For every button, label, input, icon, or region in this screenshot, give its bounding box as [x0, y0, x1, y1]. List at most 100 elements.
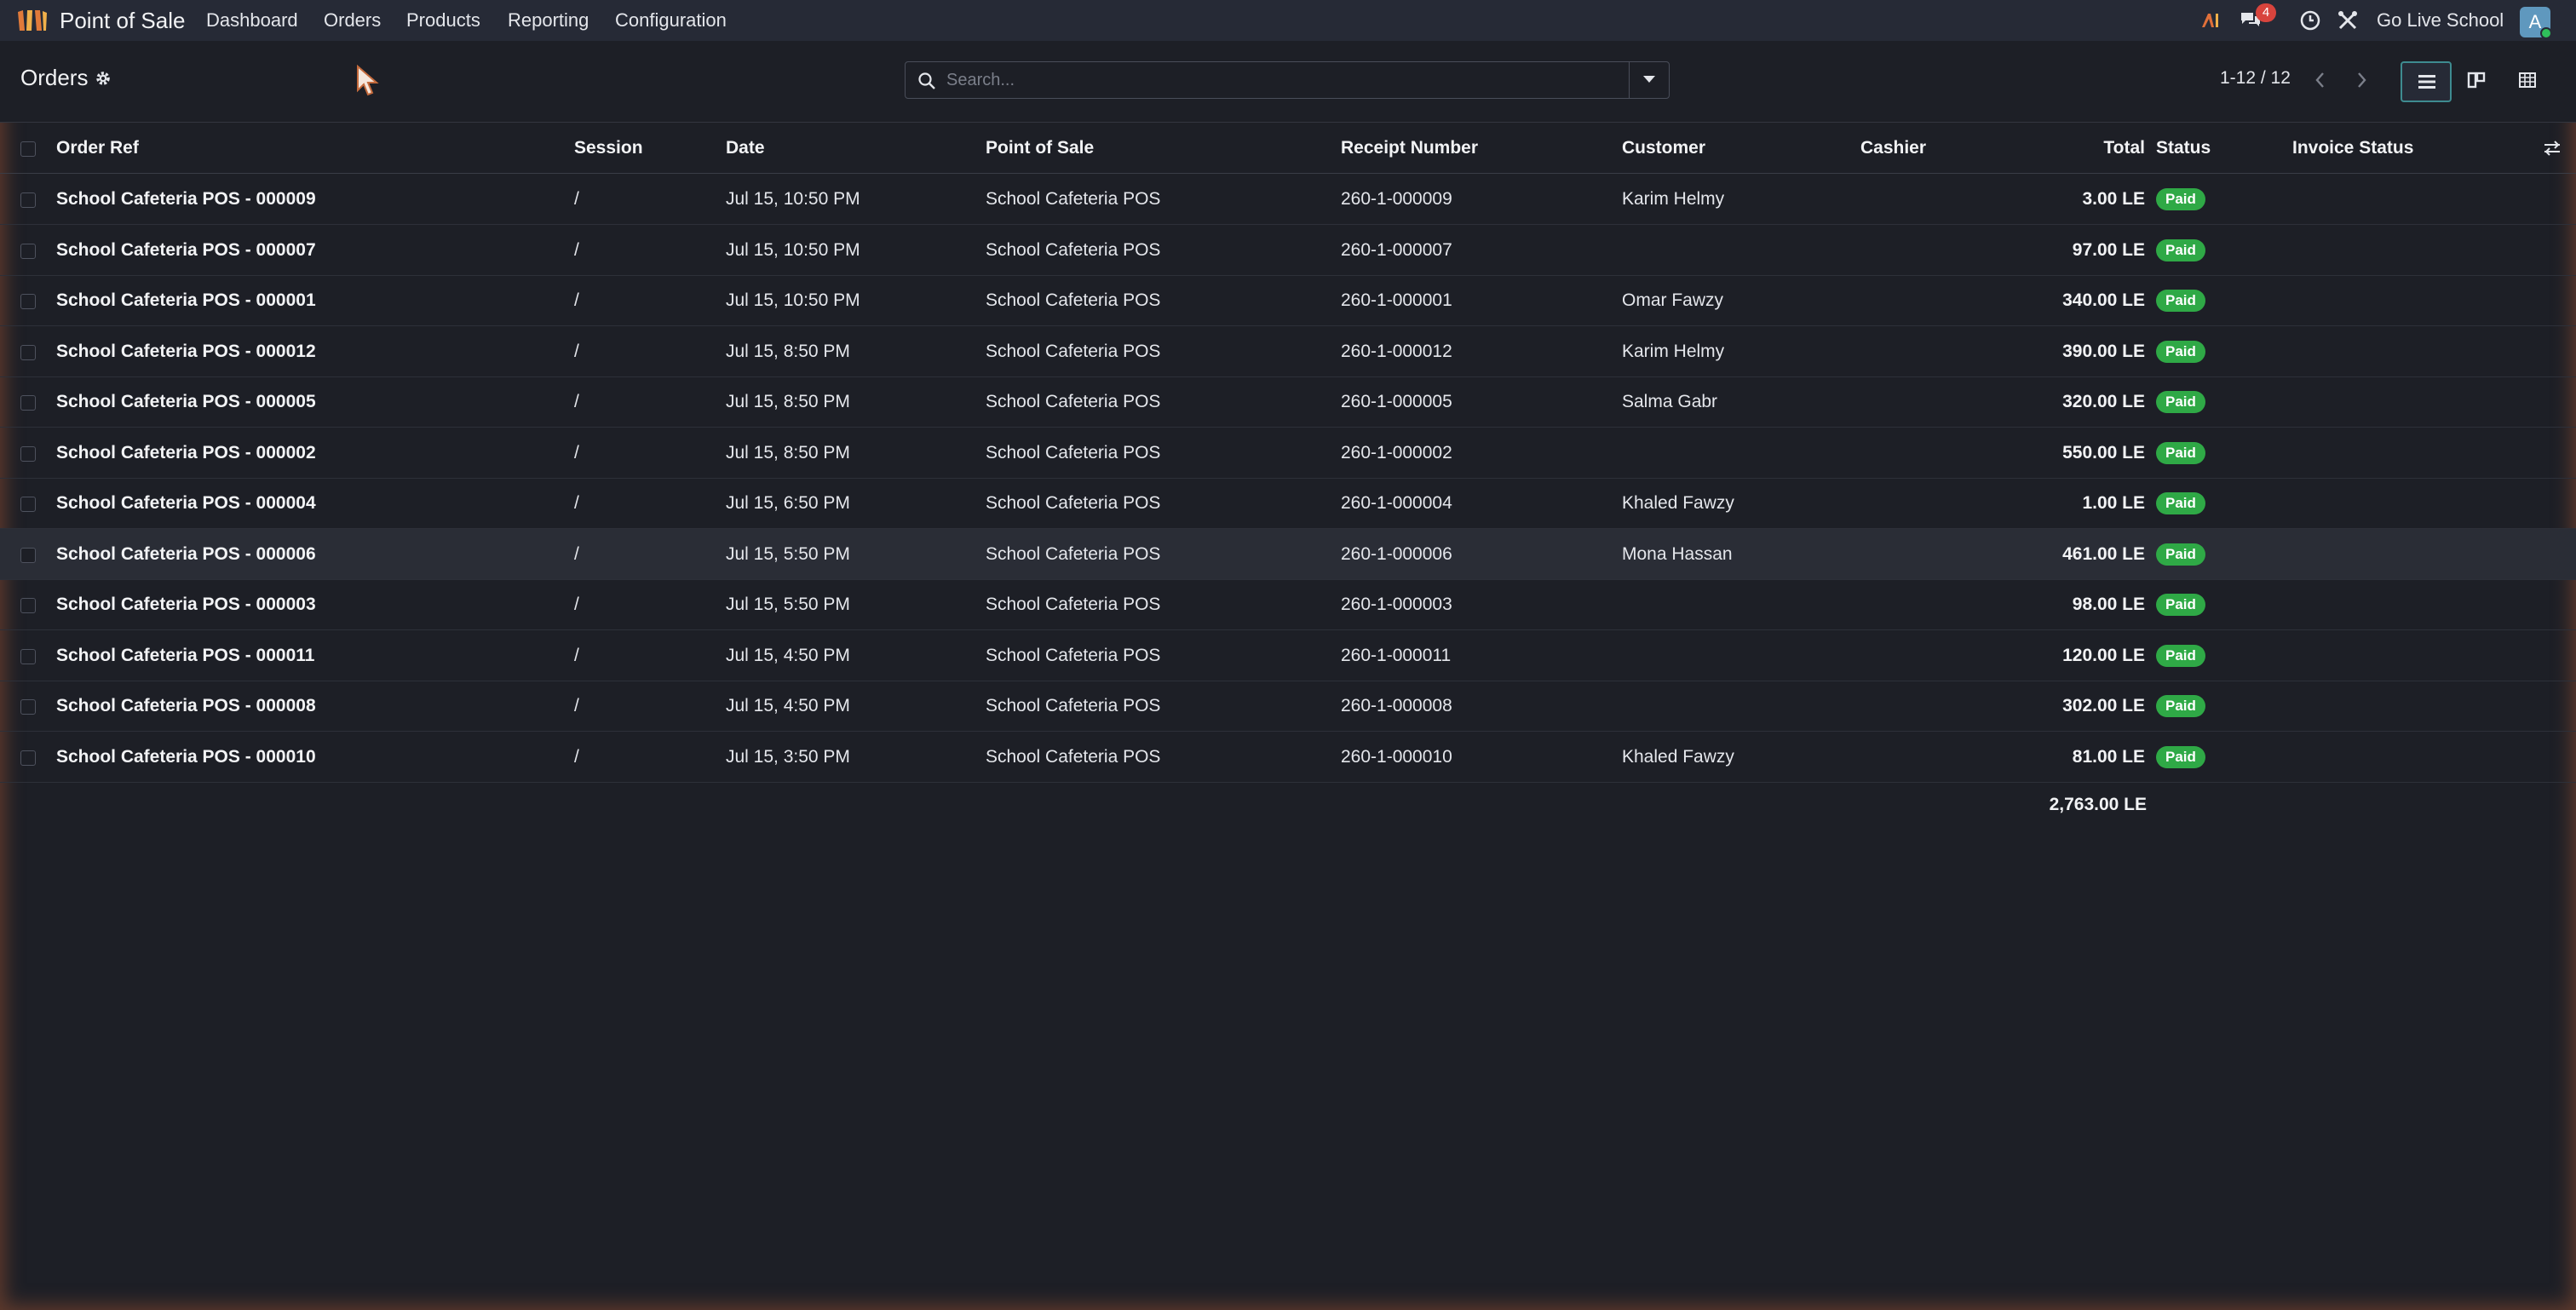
column-header-date[interactable]: Date [726, 123, 973, 174]
receipt-number-cell: 260-1-000001 [1341, 290, 1452, 310]
menu-orders[interactable]: Orders [324, 0, 381, 41]
row-select-checkbox[interactable] [20, 750, 36, 766]
pos-app-icon[interactable] [15, 7, 49, 34]
table-row[interactable]: School Cafeteria POS - 000009 / Jul 15, 10… [0, 174, 2576, 225]
invoice-status-cell [2292, 376, 2514, 428]
order-ref-cell[interactable]: School Cafeteria POS - 000002 [56, 428, 533, 479]
session-cell: / [574, 746, 579, 767]
status-cell: Paid [2156, 428, 2275, 479]
order-ref-cell[interactable]: School Cafeteria POS - 000007 [56, 225, 533, 276]
table-row[interactable]: School Cafeteria POS - 000012 / Jul 15, 8:… [0, 326, 2576, 377]
column-header-status[interactable]: Status [2156, 123, 2275, 174]
search-bar[interactable] [905, 61, 1677, 99]
order-ref-cell[interactable]: School Cafeteria POS - 000004 [56, 478, 533, 529]
grid-view-button[interactable] [2503, 61, 2554, 102]
optional-columns-icon[interactable] [2542, 138, 2562, 158]
order-ref-cell[interactable]: School Cafeteria POS - 000001 [56, 275, 533, 326]
column-header-order-ref[interactable]: Order Ref [56, 123, 533, 174]
status-badge: Paid [2156, 238, 2205, 261]
row-select-checkbox[interactable] [20, 598, 36, 613]
column-header-receipt-number[interactable]: Receipt Number [1341, 123, 1613, 174]
order-ref-cell[interactable]: School Cafeteria POS - 000011 [56, 630, 533, 681]
grid-view-icon [2519, 72, 2536, 88]
row-select-checkbox[interactable] [20, 294, 36, 309]
top-navbar: Point of Sale Dashboard Orders Products … [0, 0, 2576, 41]
row-select-checkbox[interactable] [20, 648, 36, 664]
status-badge: Paid [2156, 594, 2205, 617]
row-select-checkbox[interactable] [20, 243, 36, 259]
point-of-sale-cell: School Cafeteria POS [986, 595, 1161, 614]
column-header-session[interactable]: Session [574, 123, 719, 174]
session-cell: / [574, 645, 579, 665]
row-select-checkbox[interactable] [20, 395, 36, 411]
ai-icon[interactable] [2199, 9, 2223, 32]
kanban-view-button[interactable] [2452, 61, 2503, 102]
column-header-invoice-status[interactable]: Invoice Status [2292, 123, 2514, 174]
date-cell: Jul 15, 10:50 PM [726, 290, 860, 310]
menu-products[interactable]: Products [406, 0, 480, 41]
chevron-left-icon[interactable] [2302, 61, 2339, 99]
menu-dashboard[interactable]: Dashboard [206, 0, 298, 41]
company-name[interactable]: Go Live School [2377, 0, 2504, 41]
customer-cell: Omar Fawzy [1622, 290, 1724, 310]
pager-value[interactable]: 1-12 / 12 [2220, 68, 2291, 89]
total-cell: 81.00 LE [2072, 746, 2145, 767]
column-header-total[interactable]: Total [2044, 123, 2145, 174]
order-ref-cell[interactable]: School Cafeteria POS - 000006 [56, 529, 533, 580]
table-row[interactable]: School Cafeteria POS - 000007 / Jul 15, 10… [0, 225, 2576, 276]
row-select-checkbox[interactable] [20, 699, 36, 715]
tools-icon[interactable] [2336, 9, 2360, 32]
customer-cell [1622, 579, 1852, 630]
order-ref-cell[interactable]: School Cafeteria POS - 000009 [56, 174, 533, 225]
table-row[interactable]: School Cafeteria POS - 000011 / Jul 15, 4:… [0, 630, 2576, 681]
table-row[interactable]: School Cafeteria POS - 000008 / Jul 15, 4:… [0, 681, 2576, 732]
table-row[interactable]: School Cafeteria POS - 000010 / Jul 15, 3:… [0, 732, 2576, 783]
date-cell: Jul 15, 10:50 PM [726, 239, 860, 260]
customer-cell: Karim Helmy [1622, 189, 1725, 209]
receipt-number-cell: 260-1-000004 [1341, 493, 1452, 513]
point-of-sale-cell: School Cafeteria POS [986, 442, 1161, 463]
table-row[interactable]: School Cafeteria POS - 000004 / Jul 15, 6:… [0, 478, 2576, 529]
table-row[interactable]: School Cafeteria POS - 000006 / Jul 15, 5:… [0, 528, 2576, 580]
date-cell: Jul 15, 8:50 PM [726, 341, 850, 361]
date-cell: Jul 15, 6:50 PM [726, 493, 850, 513]
dropdown-caret-icon [1643, 76, 1655, 83]
menu-configuration[interactable]: Configuration [615, 0, 727, 41]
invoice-status-cell [2292, 275, 2514, 326]
chevron-right-icon[interactable] [2343, 61, 2380, 99]
table-row[interactable]: School Cafeteria POS - 000005 / Jul 15, 8:… [0, 376, 2576, 428]
column-header-point-of-sale[interactable]: Point of Sale [986, 123, 1326, 174]
table-row[interactable]: School Cafeteria POS - 000001 / Jul 15, 10… [0, 275, 2576, 326]
search-input[interactable] [945, 67, 1677, 93]
table-row[interactable]: School Cafeteria POS - 000003 / Jul 15, 5:… [0, 579, 2576, 630]
order-ref-cell[interactable]: School Cafeteria POS - 000012 [56, 326, 533, 377]
order-ref-cell[interactable]: School Cafeteria POS - 000010 [56, 732, 533, 783]
customer-cell [1622, 630, 1852, 681]
row-select-checkbox[interactable] [20, 547, 36, 563]
select-all-checkbox[interactable] [20, 141, 36, 157]
row-select-checkbox[interactable] [20, 497, 36, 512]
status-badge: Paid [2156, 745, 2205, 768]
search-options-toggle[interactable] [1629, 61, 1670, 99]
point-of-sale-cell: School Cafeteria POS [986, 239, 1161, 260]
page-title[interactable]: Orders [20, 65, 88, 91]
menu-reporting[interactable]: Reporting [508, 0, 589, 41]
order-ref-cell[interactable]: School Cafeteria POS - 000008 [56, 681, 533, 732]
clock-icon[interactable] [2298, 9, 2322, 32]
order-ref-cell[interactable]: School Cafeteria POS - 000003 [56, 579, 533, 630]
order-ref-cell[interactable]: School Cafeteria POS - 000005 [56, 376, 533, 428]
column-header-customer[interactable]: Customer [1622, 123, 1852, 174]
gear-icon[interactable] [95, 71, 111, 86]
invoice-status-cell [2292, 681, 2514, 732]
invoice-status-cell [2292, 428, 2514, 479]
table-row[interactable]: School Cafeteria POS - 000002 / Jul 15, 8:… [0, 428, 2576, 479]
grand-total: 2,763.00 LE [2049, 795, 2147, 814]
app-brand-title[interactable]: Point of Sale [60, 0, 185, 41]
list-view-icon [2418, 75, 2435, 89]
row-select-checkbox[interactable] [20, 445, 36, 462]
row-select-checkbox[interactable] [20, 192, 36, 208]
invoice-status-cell [2292, 579, 2514, 630]
column-header-cashier[interactable]: Cashier [1860, 123, 2031, 174]
list-view-button[interactable] [2401, 61, 2452, 102]
row-select-checkbox[interactable] [20, 344, 36, 360]
